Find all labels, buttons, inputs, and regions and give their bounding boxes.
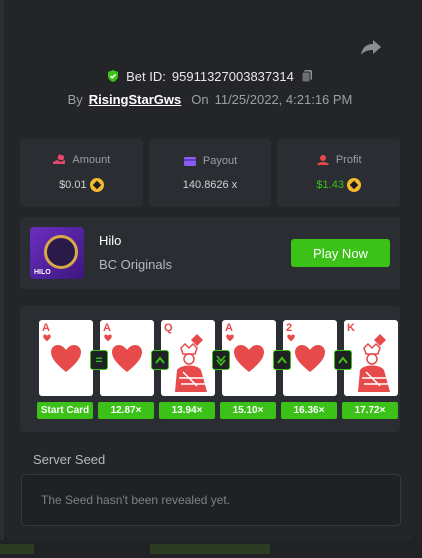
bnb-coin-icon	[89, 178, 104, 192]
playing-card: A	[222, 320, 276, 396]
stat-amount: Amount $0.01	[20, 139, 143, 207]
stat-label: Profit	[335, 154, 362, 166]
card-rank: A	[225, 322, 233, 334]
higher-guess-icon	[334, 350, 352, 370]
heart-suit-icon	[287, 334, 295, 342]
heart-pip-icon	[51, 345, 81, 372]
multiplier-tag: 13.94×	[159, 402, 215, 419]
bet-id-value: 95911327003837314	[171, 68, 294, 84]
card-wallet-icon	[183, 157, 196, 166]
higher-guess-icon	[151, 350, 169, 370]
bnb-coin-icon	[346, 178, 361, 192]
bet-stats: Amount $0.01 Payout 140.8626 x Profit $1…	[20, 139, 401, 207]
stat-value: $0.01	[59, 179, 87, 191]
thumbnail-emblem	[44, 235, 78, 269]
heart-suit-icon	[43, 334, 51, 342]
stat-profit: Profit $1.43	[277, 139, 401, 207]
thumbnail-label: HILO	[34, 269, 51, 276]
playing-card: 2	[283, 320, 337, 396]
stat-value: $1.43	[316, 179, 344, 191]
game-provider: BC Originals	[99, 257, 172, 272]
bet-datetime: 11/25/2022, 4:21:16 PM	[214, 91, 353, 107]
playing-card: K	[344, 320, 398, 396]
playing-card: Q	[161, 320, 215, 396]
multiplier-tag: 12.87×	[98, 402, 154, 419]
higher-guess-icon	[273, 350, 291, 370]
card-sequence: A Start Card A 12.87× Q 13.94× A 15.10× 2 16.36× K…	[20, 306, 400, 432]
face-card-figure-icon	[358, 334, 390, 392]
game-info-card: HILO Hilo BC Originals Play Now	[20, 217, 400, 289]
heart-suit-icon	[226, 334, 234, 342]
server-seed-label: Server Seed	[33, 452, 106, 467]
face-card-figure-icon	[175, 334, 207, 392]
bet-id-row: Bet ID: 95911327003837314	[4, 66, 416, 86]
on-label: On	[191, 91, 209, 107]
bet-author-row: By RisingStarGws On 11/25/2022, 4:21:16 …	[4, 89, 416, 109]
card-rank: A	[103, 322, 111, 334]
verified-shield-icon	[108, 70, 119, 82]
lower-guess-icon	[212, 350, 230, 370]
heart-pip-icon	[234, 345, 264, 372]
by-label: By	[67, 91, 83, 107]
server-seed-text: The Seed hasn't been revealed yet.	[41, 493, 231, 507]
start-card-tag: Start Card	[37, 402, 93, 419]
heart-suit-icon	[104, 334, 112, 342]
heart-pip-icon	[295, 345, 325, 372]
username-link[interactable]: RisingStarGws	[89, 92, 181, 107]
card-rank: 2	[286, 322, 293, 334]
multiplier-tag: 15.10×	[220, 402, 276, 419]
card-rank: Q	[164, 322, 173, 334]
multiplier-tag: 17.72×	[342, 402, 398, 419]
hand-coins-icon	[53, 154, 66, 164]
copy-icon[interactable]	[300, 69, 314, 83]
stat-label: Amount	[72, 154, 111, 166]
equal-guess-icon: =	[90, 350, 108, 370]
game-thumbnail[interactable]: HILO	[30, 227, 84, 279]
bet-id-label: Bet ID:	[126, 68, 166, 84]
stat-label: Payout	[202, 155, 238, 167]
bet-details-modal: Bet ID: 95911327003837314 By RisingStarG…	[4, 0, 416, 540]
stat-value: 140.8626 x	[182, 179, 238, 191]
game-title: Hilo	[99, 233, 122, 248]
backdrop-right	[416, 0, 422, 558]
user-profit-icon	[316, 155, 329, 165]
server-seed-field: The Seed hasn't been revealed yet.	[21, 474, 401, 526]
share-icon[interactable]	[360, 38, 382, 56]
stat-payout: Payout 140.8626 x	[148, 139, 272, 207]
card-rank: K	[347, 322, 355, 334]
page-footer	[0, 540, 422, 558]
playing-card: A	[39, 320, 93, 396]
card-rank: A	[42, 322, 50, 334]
playing-card: A	[100, 320, 154, 396]
multiplier-tag: 16.36×	[281, 402, 337, 419]
play-now-button[interactable]: Play Now	[291, 239, 390, 267]
heart-pip-icon	[112, 345, 142, 372]
